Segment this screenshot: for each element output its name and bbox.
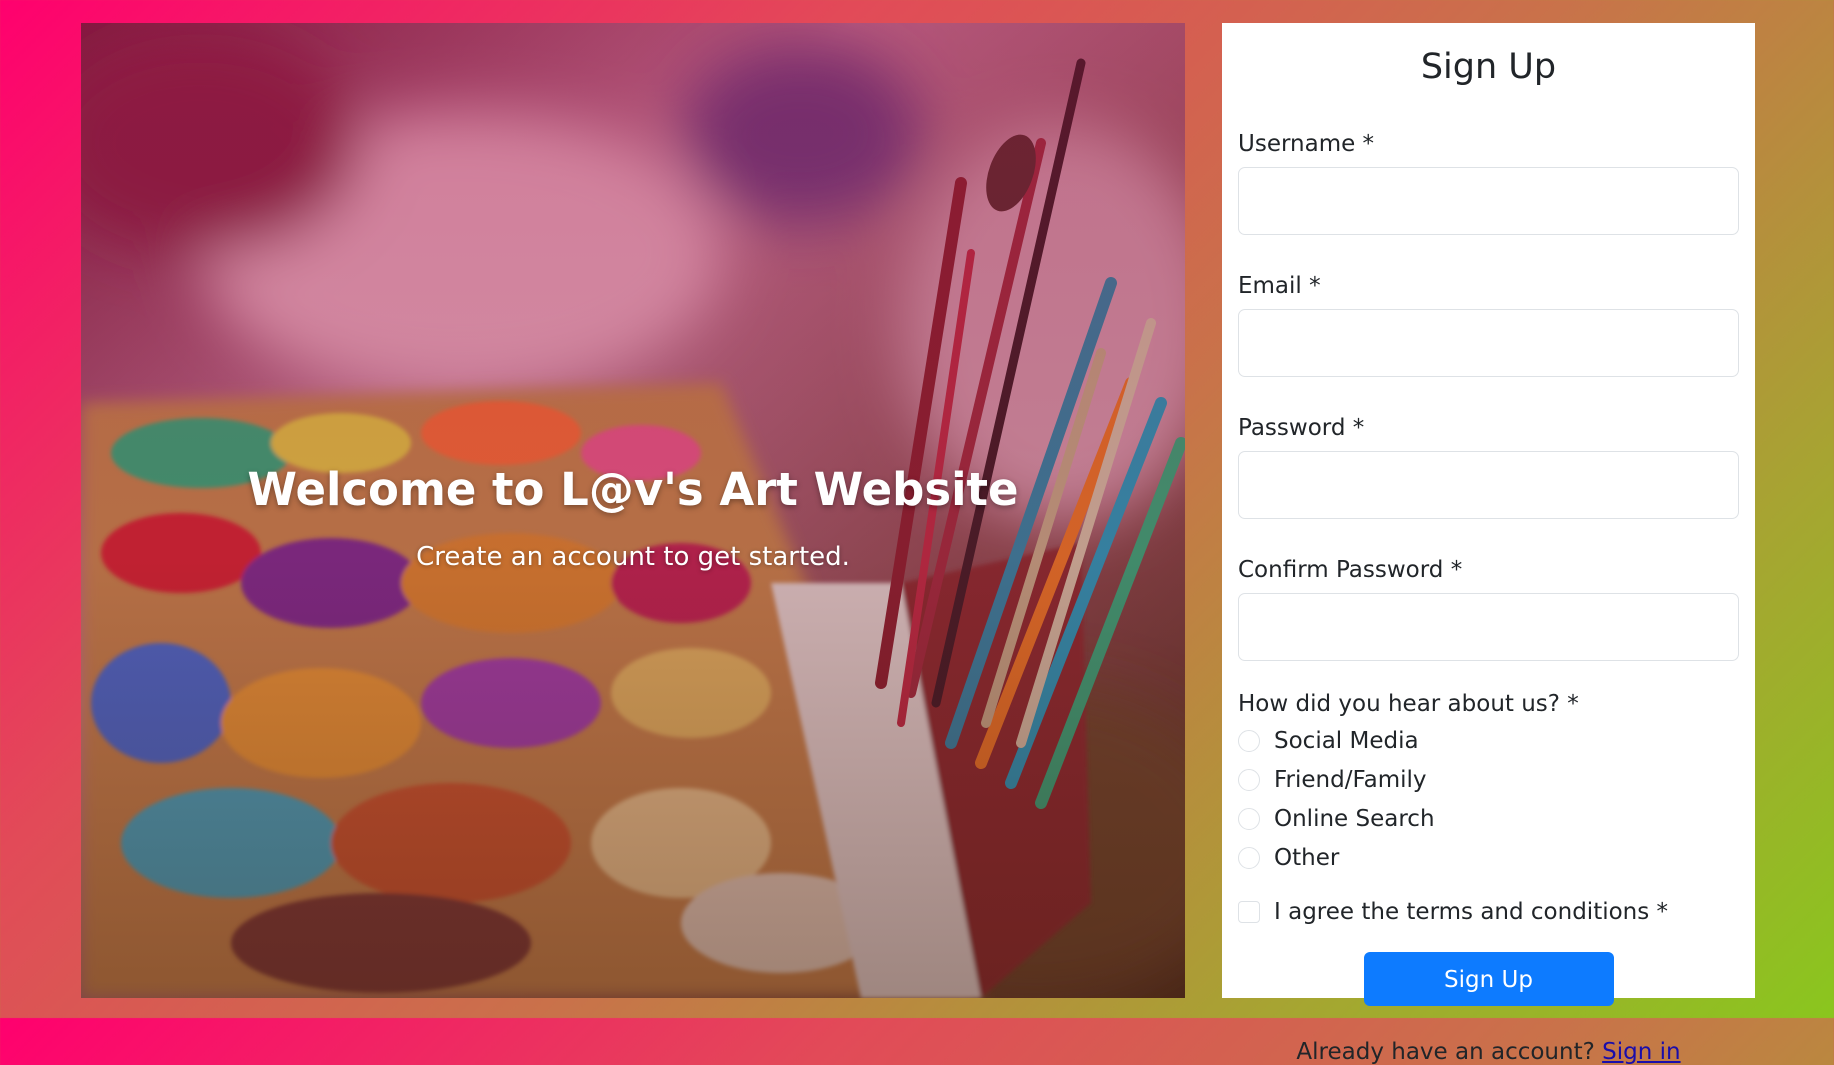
radio-button[interactable]: [1238, 729, 1260, 752]
hero-subtitle: Create an account to get started.: [416, 542, 850, 572]
username-input[interactable]: [1238, 167, 1739, 235]
radio-option-other[interactable]: Other: [1238, 838, 1739, 877]
sign-up-button[interactable]: Sign Up: [1363, 952, 1614, 1006]
terms-label: I agree the terms and conditions *: [1274, 899, 1669, 925]
sign-in-link[interactable]: Sign in: [1602, 1039, 1680, 1065]
radio-button[interactable]: [1238, 846, 1260, 869]
radio-label: Social Media: [1274, 727, 1419, 754]
signin-prompt-text: Already have an account?: [1296, 1039, 1595, 1065]
confirm-password-field-group: Confirm Password *: [1238, 555, 1739, 661]
signin-prompt: Already have an account? Sign in: [1238, 1039, 1739, 1065]
username-label: Username *: [1238, 131, 1375, 157]
signup-card: Sign Up Username * Email * Password * Co…: [1222, 23, 1755, 1065]
email-input[interactable]: [1238, 309, 1739, 377]
hero-panel: Welcome to L@v's Art Website Create an a…: [81, 23, 1185, 998]
hero-title: Welcome to L@v's Art Website: [247, 463, 1019, 516]
password-field-group: Password *: [1238, 413, 1739, 519]
radio-option-online-search[interactable]: Online Search: [1238, 799, 1739, 838]
referral-options: Social Media Friend/Family Online Search…: [1238, 721, 1739, 877]
password-input[interactable]: [1238, 451, 1739, 519]
radio-option-friend-family[interactable]: Friend/Family: [1238, 760, 1739, 799]
email-field-group: Email *: [1238, 271, 1739, 377]
radio-option-social-media[interactable]: Social Media: [1238, 721, 1739, 760]
radio-label: Other: [1274, 844, 1340, 871]
terms-checkbox[interactable]: [1238, 901, 1260, 923]
email-label: Email *: [1238, 273, 1321, 299]
form-title: Sign Up: [1420, 47, 1557, 87]
password-label: Password *: [1238, 415, 1365, 441]
referral-label: How did you hear about us? *: [1238, 691, 1579, 717]
radio-button[interactable]: [1238, 807, 1260, 830]
confirm-password-input[interactable]: [1238, 593, 1739, 661]
username-field-group: Username *: [1238, 129, 1739, 235]
radio-label: Friend/Family: [1274, 766, 1427, 793]
radio-label: Online Search: [1274, 805, 1435, 832]
radio-button[interactable]: [1238, 768, 1260, 791]
submit-wrapper: Sign Up: [1238, 952, 1739, 1006]
confirm-password-label: Confirm Password *: [1238, 557, 1463, 583]
terms-row[interactable]: I agree the terms and conditions *: [1238, 897, 1739, 927]
